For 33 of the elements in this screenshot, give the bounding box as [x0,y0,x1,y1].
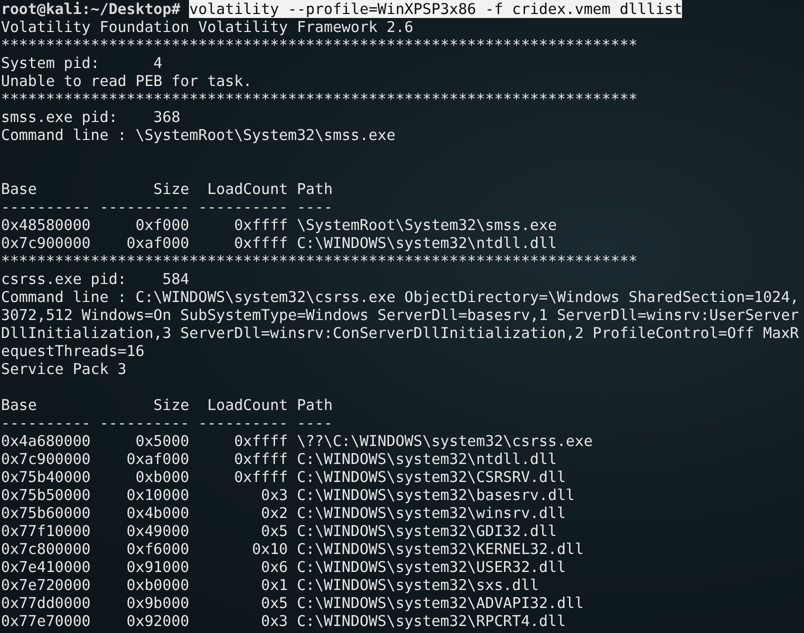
output-line: *********************************************************************** [1,252,638,270]
output-line: Unable to read PEB for task. [1,72,252,90]
output-line: Base Size LoadCount Path [1,396,333,414]
output-line: 3072,512 Windows=On SubSystemType=Windows ServerDll=basesrv,1 ServerDll=winsrv:UserServer [1,306,799,324]
output-line: Base Size LoadCount Path [1,180,333,198]
output-line: smss.exe pid: 368 [1,108,180,126]
output-line: csrss.exe pid: 584 [1,270,190,288]
output-line: 0x7c900000 0xaf000 0xffff C:\WINDOWS\system32\ntdll.dll [1,234,557,252]
output-line: 0x77f10000 0x49000 0x5 C:\WINDOWS\system32\GDI32.dll [1,522,557,540]
output-line: 0x77e70000 0x92000 0x3 C:\WINDOWS\system32\RPCRT4.dll [1,612,566,630]
output-line: 0x7e410000 0x91000 0x6 C:\WINDOWS\system32\USER32.dll [1,558,566,576]
output-line: *********************************************************************** [1,90,638,108]
output-line: System pid: 4 [1,54,162,72]
output-line: 0x7c900000 0xaf000 0xffff C:\WINDOWS\system32\ntdll.dll [1,450,557,468]
output-line: ---------- ---------- ---------- ---- [1,198,333,216]
output-line: *********************************************************************** [1,36,638,54]
output-line: 0x7e720000 0xb0000 0x1 C:\WINDOWS\system32\sxs.dll [1,576,539,594]
output-line: ---------- ---------- ---------- ---- [1,414,333,432]
output-line: 0x77dd0000 0x9b000 0x5 C:\WINDOWS\system32\ADVAPI32.dll [1,594,584,612]
output-line: DllInitialization,3 ServerDll=winsrv:ConServerDllInitialization,2 ProfileControl=Off MaxR [1,324,799,342]
output-line: equestThreads=16 [1,342,144,360]
output-line: 0x48580000 0xf000 0xffff \SystemRoot\System32\smss.exe [1,216,557,234]
output-line: Command line : C:\WINDOWS\system32\csrss.exe ObjectDirectory=\Windows SharedSection=1024, [1,288,799,306]
output-line: Command line : \SystemRoot\System32\smss.exe [1,126,396,144]
shell-prompt: root@kali:~/Desktop# [1,0,180,18]
output-line: Volatility Foundation Volatility Framework 2.6 [1,18,414,36]
output-line: 0x75b50000 0x10000 0x3 C:\WINDOWS\system32\basesrv.dll [1,486,575,504]
output-line: 0x7c800000 0xf6000 0x10 C:\WINDOWS\system32\KERNEL32.dll [1,540,584,558]
output-line: 0x75b40000 0xb000 0xffff C:\WINDOWS\system32\CSRSRV.dll [1,468,566,486]
output-line: Service Pack 3 [1,360,127,378]
output-line: 0x75b60000 0x4b000 0x2 C:\WINDOWS\system32\winsrv.dll [1,504,566,522]
command-text: volatility --profile=WinXPSP3x86 -f cridex.vmem dlllist [189,0,682,18]
output-line: 0x4a680000 0x5000 0xffff \??\C:\WINDOWS\system32\csrss.exe [1,432,593,450]
